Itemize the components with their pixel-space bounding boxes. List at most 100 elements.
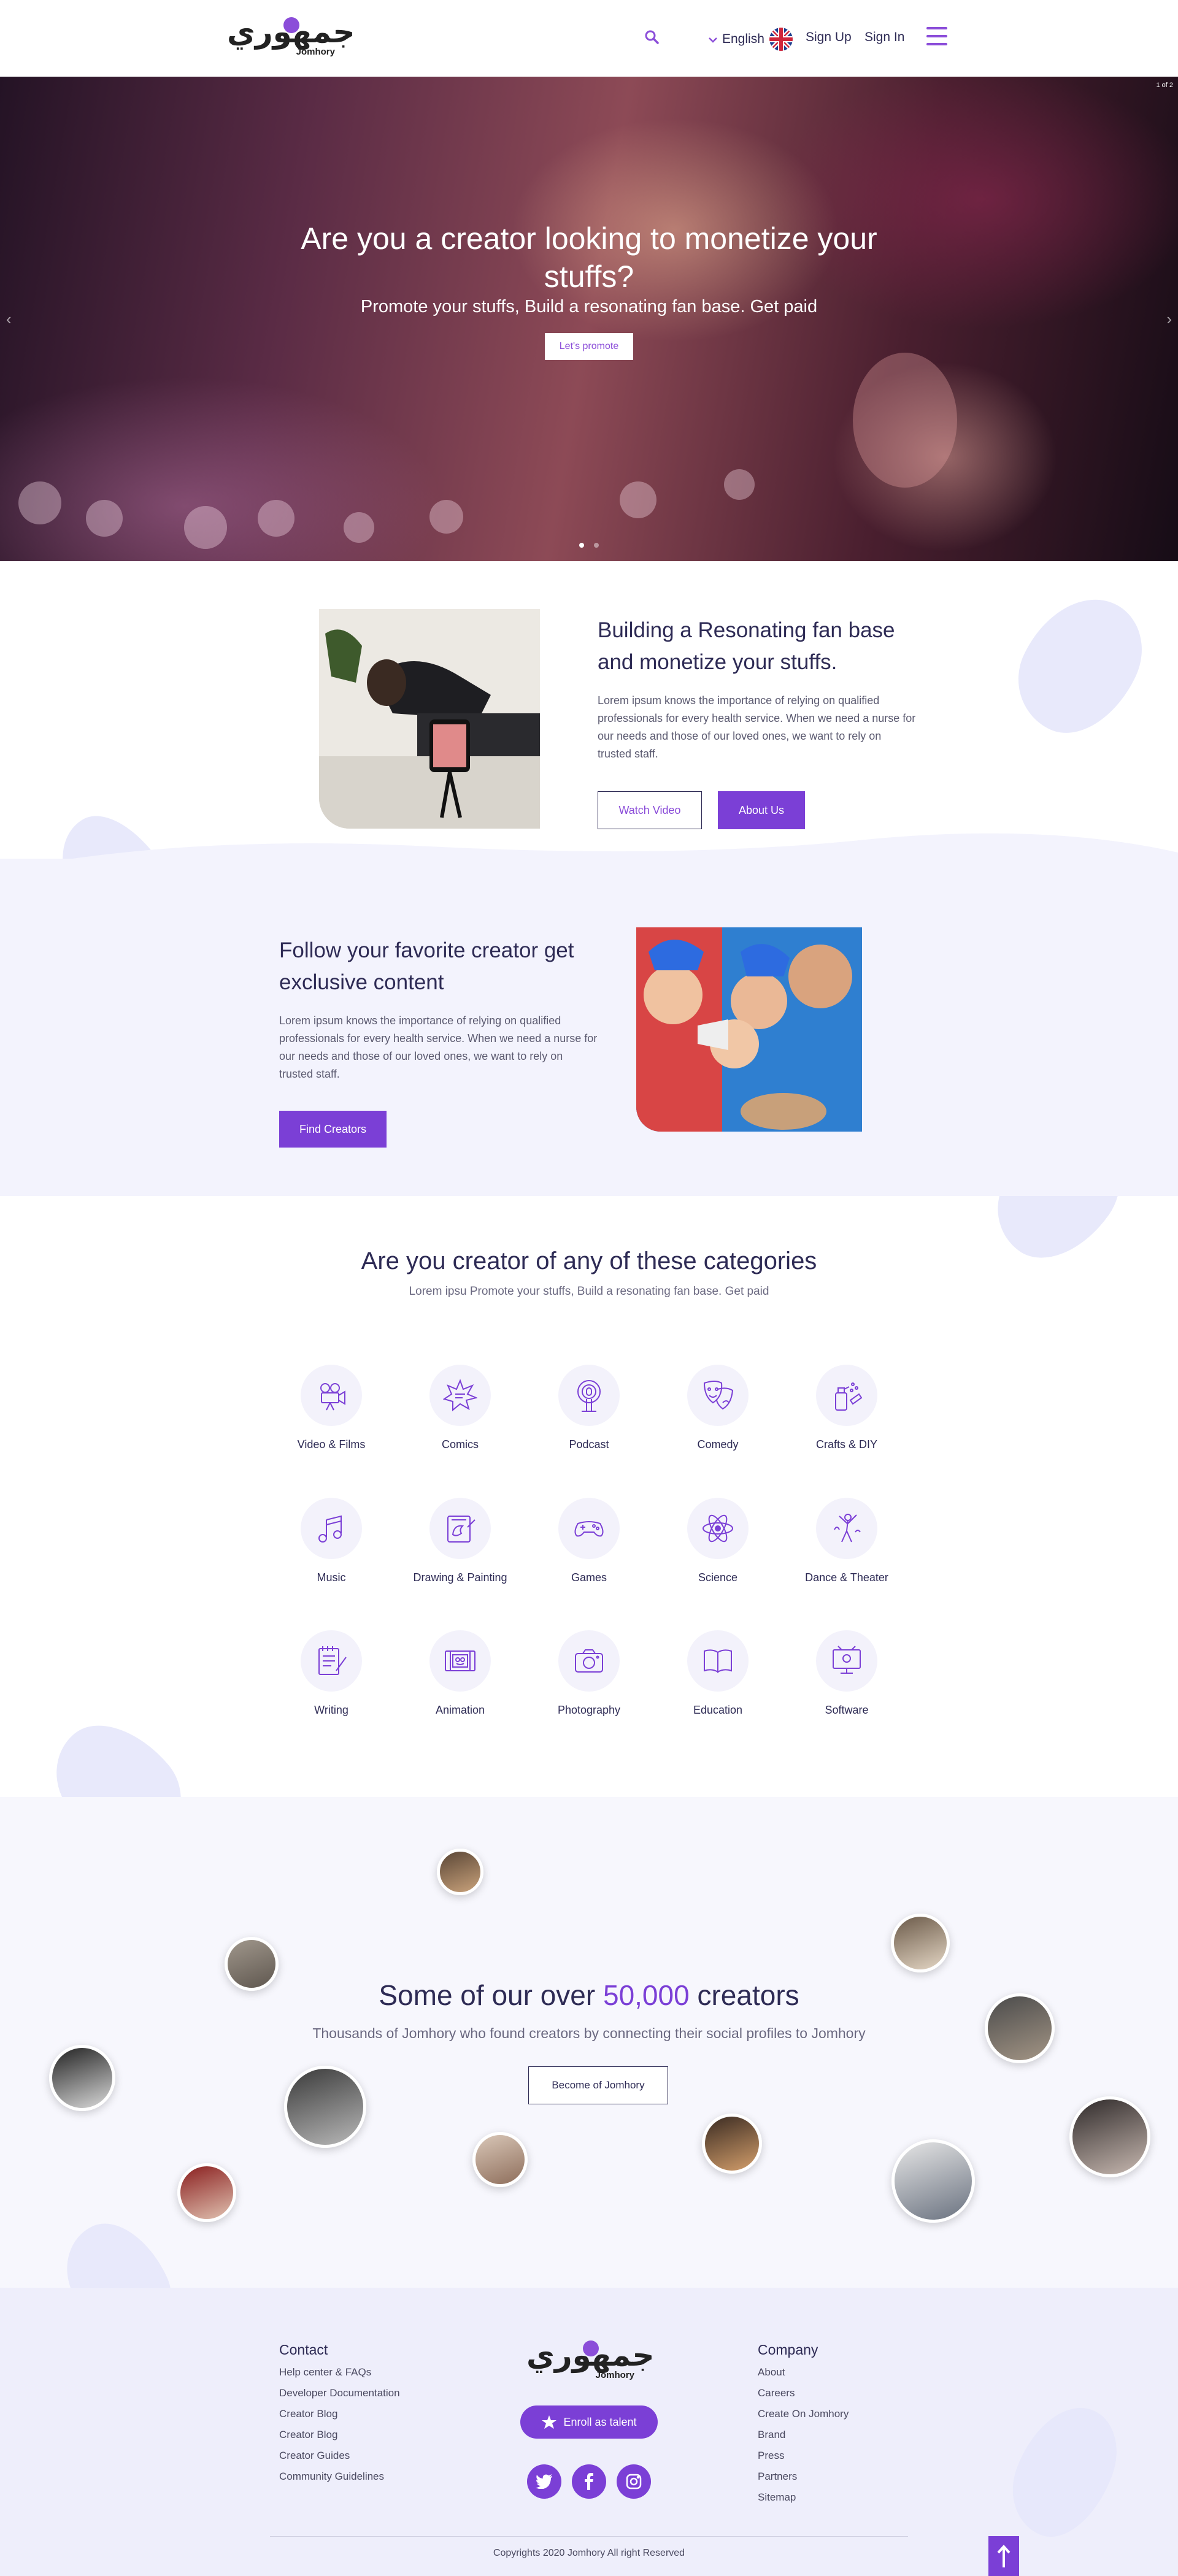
footer-contact-link[interactable]: Creator Blog xyxy=(279,2429,337,2441)
category-label: Photography xyxy=(557,1704,621,1716)
category-crafts-diy[interactable]: Crafts & DIY xyxy=(779,1365,914,1451)
logo-dot xyxy=(583,2340,599,2356)
slide-dots xyxy=(579,543,599,548)
category-label: Games xyxy=(571,1571,607,1584)
footer-contact-link[interactable]: Community Guidelines xyxy=(279,2471,384,2483)
category-animation[interactable]: Animation xyxy=(393,1630,528,1717)
footer-company-link[interactable]: Brand xyxy=(758,2429,785,2441)
drawing-tablet-icon xyxy=(429,1498,491,1559)
logo-english-text: Jomhory xyxy=(595,2370,634,2380)
category-label: Comedy xyxy=(697,1438,739,1451)
category-podcast[interactable]: Podcast xyxy=(522,1365,656,1451)
menu-icon[interactable] xyxy=(926,27,947,45)
monitor-icon xyxy=(816,1630,877,1692)
signup-link[interactable]: Sign Up xyxy=(806,30,852,45)
category-science[interactable]: Science xyxy=(650,1498,785,1584)
fans-crowd-image xyxy=(636,927,862,1132)
category-label: Drawing & Painting xyxy=(413,1571,507,1584)
footer-company-link[interactable]: Sitemap xyxy=(758,2491,796,2504)
category-music[interactable]: Music xyxy=(264,1498,399,1584)
slide-prev-arrow[interactable]: ‹ xyxy=(6,310,12,329)
category-writing[interactable]: Writing xyxy=(264,1630,399,1717)
slide-next-arrow[interactable]: › xyxy=(1166,310,1172,329)
creator-avatar[interactable] xyxy=(49,2045,115,2111)
category-drawing-painting[interactable]: Drawing & Painting xyxy=(393,1498,528,1584)
footer-contact-link[interactable]: Developer Documentation xyxy=(279,2387,400,2399)
section-follow-body: Lorem ipsum knows the importance of rely… xyxy=(279,1014,598,1080)
footer-logo[interactable]: جمهوري Jomhory xyxy=(526,2338,655,2385)
category-label: Crafts & DIY xyxy=(815,1438,878,1451)
footer-contact-link[interactable]: Creator Guides xyxy=(279,2450,350,2462)
slide-dot-2[interactable] xyxy=(594,543,599,548)
logo[interactable]: جمهوري Jomhory xyxy=(227,15,355,61)
creators-count: 50,000 xyxy=(602,1979,690,2011)
facebook-icon[interactable] xyxy=(572,2464,606,2499)
footer-company-link[interactable]: Press xyxy=(758,2450,784,2462)
scroll-to-top-button[interactable] xyxy=(988,2536,1019,2576)
footer-divider xyxy=(270,2536,908,2537)
language-selector[interactable]: English xyxy=(709,28,793,51)
film-strip-icon xyxy=(429,1630,491,1692)
category-dance-theater[interactable]: Dance & Theater xyxy=(779,1498,914,1584)
footer-company-link[interactable]: About xyxy=(758,2366,785,2379)
open-book-icon xyxy=(687,1630,749,1692)
category-label: Writing xyxy=(314,1704,348,1716)
category-label: Comics xyxy=(441,1438,479,1451)
section-follow-title: Follow your favorite creator get exclusi… xyxy=(279,938,574,994)
creator-avatar[interactable] xyxy=(472,2132,528,2187)
footer-company-link[interactable]: Partners xyxy=(758,2471,797,2483)
creator-avatar[interactable] xyxy=(891,1914,950,1972)
footer-company-link[interactable]: Create On Jomhory xyxy=(758,2408,849,2420)
slide-dot-1[interactable] xyxy=(579,543,584,548)
section-fanbase-body: Lorem ipsum knows the importance of rely… xyxy=(598,694,916,760)
category-label: Software xyxy=(825,1704,869,1716)
hero-slider: 1 of 2 ‹ › Are you a creator looking to … xyxy=(0,77,1178,561)
video-camera-icon xyxy=(301,1365,362,1426)
hero-title: Are you a creator looking to monetize yo… xyxy=(301,221,877,294)
creators-subtitle: Thousands of Jomhory who found creators … xyxy=(312,2025,866,2041)
category-software[interactable]: Software xyxy=(779,1630,914,1717)
creator-avatar[interactable] xyxy=(177,2163,236,2222)
section-follow: Follow your favorite creator get exclusi… xyxy=(279,935,598,1083)
instagram-icon[interactable] xyxy=(617,2464,651,2499)
category-label: Podcast xyxy=(569,1438,609,1451)
lets-promote-button[interactable]: Let's promote xyxy=(545,333,633,360)
footer-contact-link[interactable]: Creator Blog xyxy=(279,2408,337,2420)
enroll-talent-button[interactable]: Enroll as talent xyxy=(520,2405,658,2439)
category-label: Animation xyxy=(435,1704,485,1716)
crafts-spray-icon xyxy=(816,1365,877,1426)
creator-avatar[interactable] xyxy=(437,1849,483,1895)
category-label: Education xyxy=(693,1704,743,1716)
category-education[interactable]: Education xyxy=(650,1630,785,1717)
creator-avatar[interactable] xyxy=(1069,2096,1150,2177)
category-games[interactable]: Games xyxy=(522,1498,656,1584)
footer-company-link[interactable]: Careers xyxy=(758,2387,795,2399)
podcast-icon xyxy=(558,1365,620,1426)
category-photography[interactable]: Photography xyxy=(522,1630,656,1717)
creator-filming-image xyxy=(319,609,540,829)
category-comedy[interactable]: Comedy xyxy=(650,1365,785,1451)
hero-subtitle: Promote your stuffs, Build a resonating … xyxy=(360,297,818,316)
gamepad-icon xyxy=(558,1498,620,1559)
category-label: Science xyxy=(698,1571,738,1584)
category-comics[interactable]: Comics xyxy=(393,1365,528,1451)
creator-avatar[interactable] xyxy=(284,2066,366,2148)
atom-icon xyxy=(687,1498,749,1559)
signin-link[interactable]: Sign In xyxy=(864,30,904,45)
language-label: English xyxy=(722,32,764,46)
creators-title: Some of our over 50,000 creators xyxy=(379,1979,799,2011)
comics-burst-icon xyxy=(429,1365,491,1426)
find-creators-button[interactable]: Find Creators xyxy=(279,1111,387,1148)
category-video-films[interactable]: Video & Films xyxy=(264,1365,399,1451)
category-label: Dance & Theater xyxy=(805,1571,888,1584)
search-icon[interactable] xyxy=(643,28,661,47)
footer-contact-link[interactable]: Help center & FAQs xyxy=(279,2366,371,2379)
arrow-up-icon xyxy=(997,2544,1011,2567)
become-jomhory-button[interactable]: Become of Jomhory xyxy=(528,2066,668,2104)
twitter-icon[interactable] xyxy=(527,2464,561,2499)
dance-icon xyxy=(816,1498,877,1559)
star-icon xyxy=(542,2415,557,2429)
uk-flag-icon xyxy=(769,28,793,51)
creator-avatar[interactable] xyxy=(891,2139,975,2223)
creator-avatar[interactable] xyxy=(702,2114,762,2174)
